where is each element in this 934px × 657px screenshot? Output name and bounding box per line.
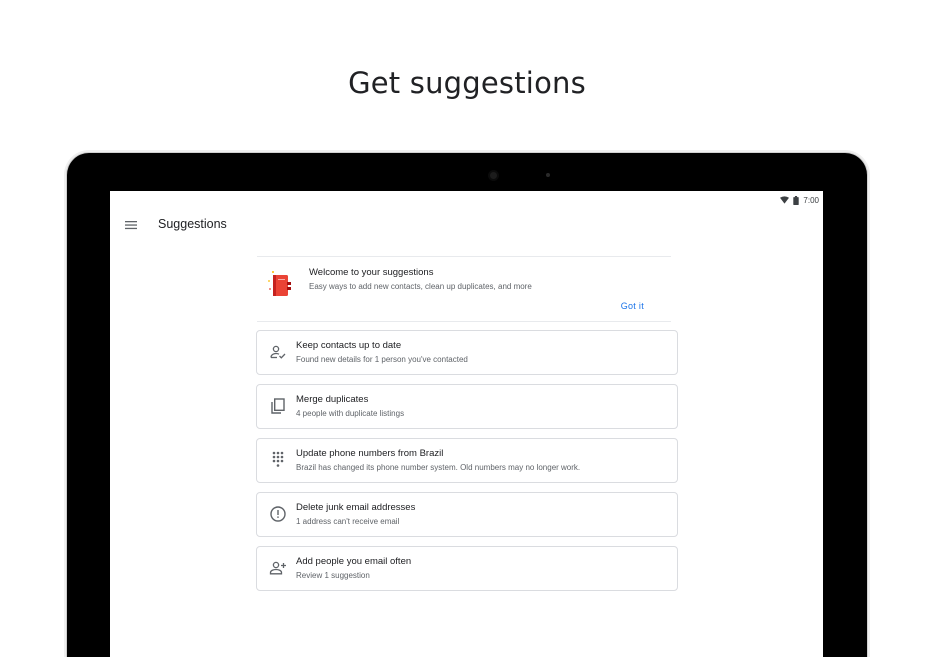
wifi-icon: [780, 196, 790, 204]
page-headline: Get suggestions: [348, 66, 586, 100]
person-check-icon: [270, 345, 286, 359]
status-bar: 7:00: [780, 193, 819, 207]
welcome-subtitle: Easy ways to add new contacts, clean up …: [309, 282, 532, 291]
suggestion-subtitle: Review 1 suggestion: [296, 571, 370, 580]
suggestion-subtitle: 4 people with duplicate listings: [296, 409, 405, 418]
camera-icon: [488, 170, 499, 181]
suggestion-card-delete-junk-emails[interactable]: Delete junk email addresses 1 address ca…: [256, 492, 678, 537]
suggestion-subtitle: Brazil has changed its phone number syst…: [296, 463, 581, 472]
suggestion-title: Add people you email often: [296, 556, 412, 567]
suggestion-subtitle: Found new details for 1 person you've co…: [296, 355, 468, 364]
app-bar: Suggestions: [110, 209, 823, 241]
dialpad-icon: [272, 451, 284, 467]
copy-icon: [271, 398, 285, 414]
suggestion-card-keep-up-to-date[interactable]: Keep contacts up to date Found new detai…: [256, 330, 678, 375]
got-it-button[interactable]: Got it: [621, 301, 644, 311]
suggestion-card-merge-duplicates[interactable]: Merge duplicates 4 people with duplicate…: [256, 384, 678, 429]
app-screen: 7:00 Suggestions Welcome to your suggest…: [110, 191, 823, 657]
welcome-banner: Welcome to your suggestions Easy ways to…: [257, 256, 671, 322]
status-time: 7:00: [803, 195, 819, 205]
suggestion-title: Update phone numbers from Brazil: [296, 448, 444, 459]
suggestion-title: Delete junk email addresses: [296, 502, 416, 513]
sensor-dot: [546, 173, 550, 177]
suggestion-title: Keep contacts up to date: [296, 340, 402, 351]
suggestion-card-add-people[interactable]: Add people you email often Review 1 sugg…: [256, 546, 678, 591]
app-title: Suggestions: [158, 217, 227, 231]
suggestion-card-update-phone-numbers[interactable]: Update phone numbers from Brazil Brazil …: [256, 438, 678, 483]
menu-icon[interactable]: [124, 218, 138, 232]
error-outline-icon: [270, 506, 286, 522]
suggestion-list: Keep contacts up to date Found new detai…: [256, 330, 678, 600]
welcome-title: Welcome to your suggestions: [309, 267, 434, 278]
suggestion-subtitle: 1 address can't receive email: [296, 517, 400, 526]
battery-icon: [793, 195, 800, 205]
tablet-frame: 7:00 Suggestions Welcome to your suggest…: [67, 153, 867, 657]
notebook-illustration-icon: [268, 271, 291, 296]
suggestion-title: Merge duplicates: [296, 394, 369, 405]
person-add-icon: [269, 561, 286, 575]
